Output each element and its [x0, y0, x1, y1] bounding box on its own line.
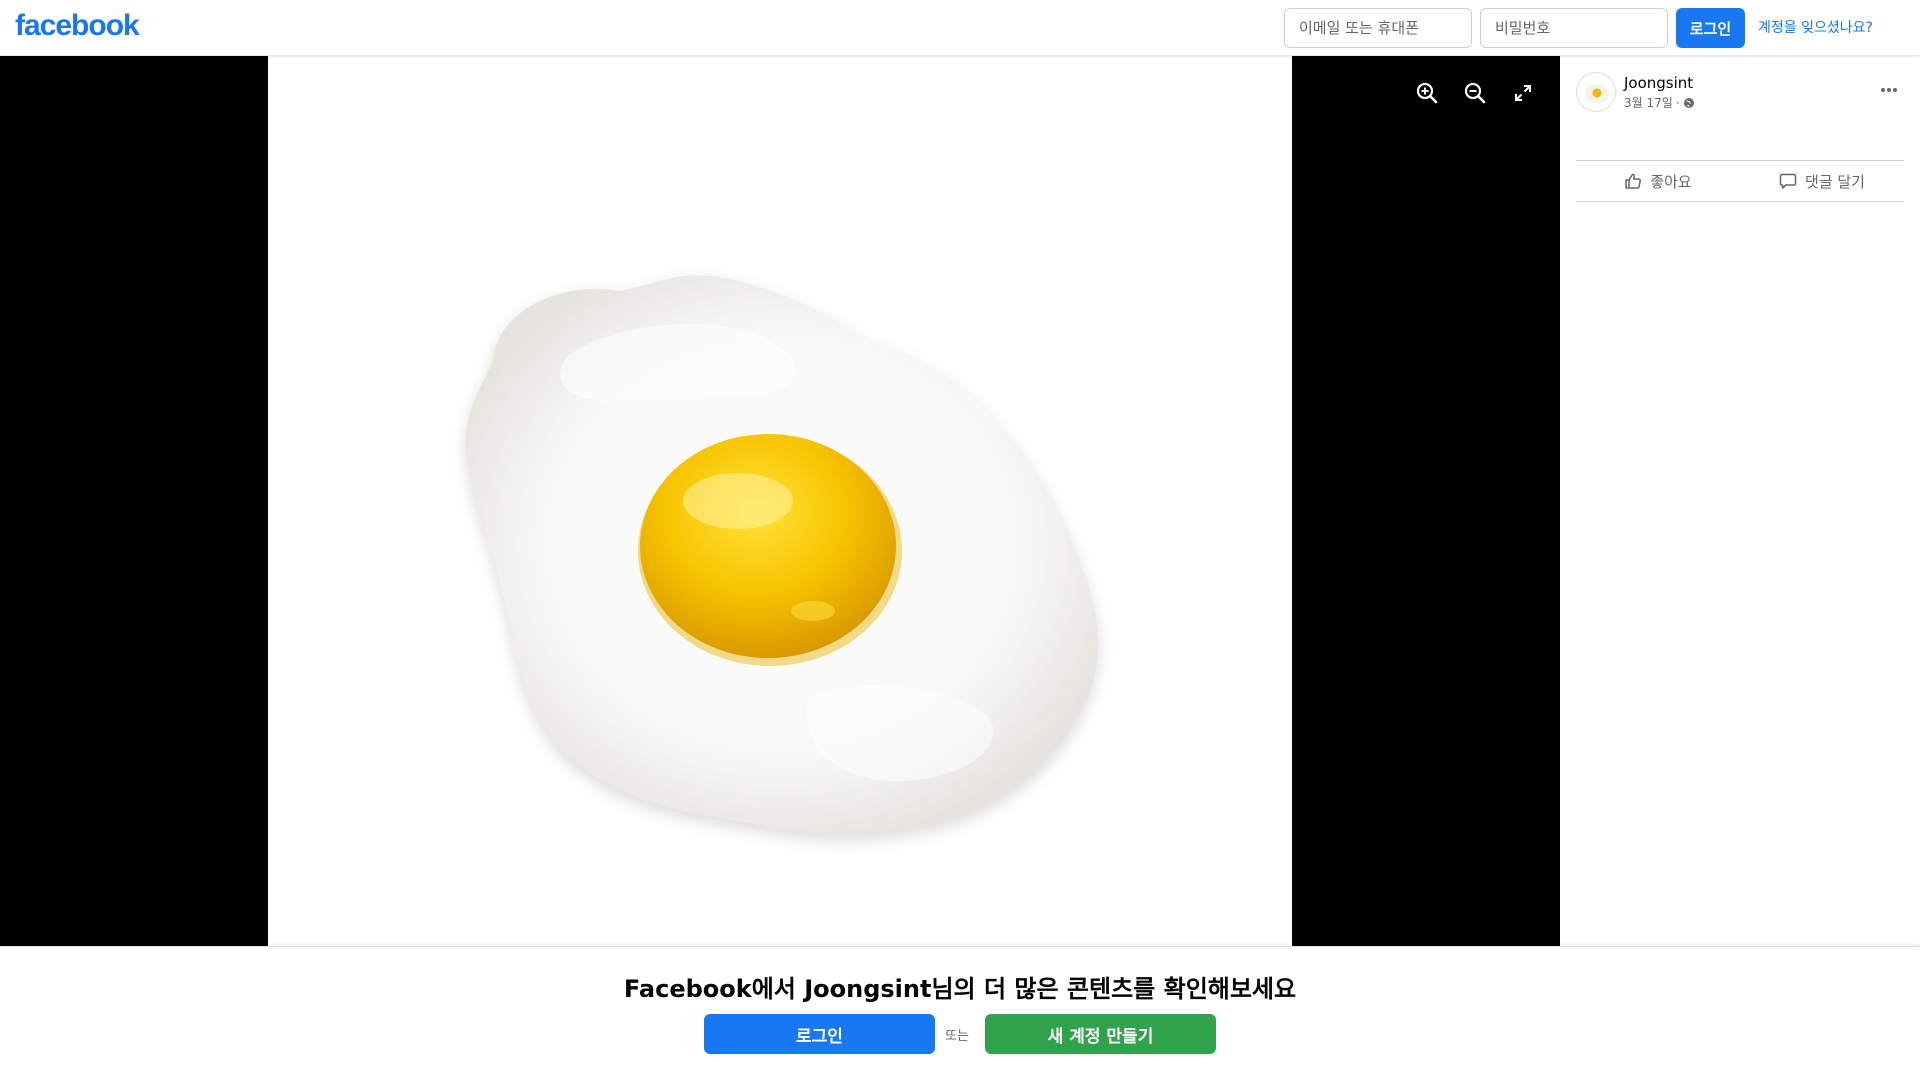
- thumbs-up-icon: [1625, 173, 1642, 189]
- fullscreen-icon: [1515, 85, 1531, 101]
- comment-bubble-icon: [1779, 173, 1797, 189]
- post-side-panel: Joongsint 3월 17일 · 좋아요 댓글 달기: [1560, 56, 1920, 946]
- facebook-logo[interactable]: facebook: [15, 9, 140, 43]
- banner-login-button[interactable]: 로그인: [704, 1014, 935, 1054]
- author-avatar[interactable]: [1576, 72, 1616, 112]
- email-input[interactable]: [1284, 8, 1472, 48]
- zoom-out-icon: [1464, 82, 1486, 104]
- banner-title: Facebook에서 Joongsint님의 더 많은 콘텐츠를 확인해보세요: [623, 975, 1297, 1003]
- more-options-button[interactable]: [1874, 78, 1904, 102]
- meta-separator: ·: [1675, 95, 1680, 110]
- post-photo: [268, 56, 1292, 946]
- comment-button[interactable]: 댓글 달기: [1740, 161, 1904, 201]
- fried-egg-image: [465, 275, 1098, 835]
- header-login-button[interactable]: 로그인: [1676, 8, 1745, 48]
- photo-viewer: [0, 56, 1560, 946]
- zoom-out-button[interactable]: [1458, 76, 1492, 110]
- create-account-button[interactable]: 새 계정 만들기: [985, 1014, 1216, 1054]
- login-prompt-banner: Facebook에서 Joongsint님의 더 많은 콘텐츠를 확인해보세요 …: [0, 946, 1920, 1080]
- author-name[interactable]: Joongsint: [1624, 74, 1693, 92]
- egg-avatar-icon: [1585, 84, 1609, 104]
- post-date[interactable]: 3월 17일: [1624, 94, 1673, 111]
- more-dots-icon: [1881, 88, 1897, 92]
- viewer-toolbar: [1410, 76, 1540, 110]
- banner-or-text: 또는: [945, 1029, 969, 1044]
- globe-icon: [1683, 97, 1694, 108]
- comment-label: 댓글 달기: [1805, 172, 1865, 191]
- post-meta: 3월 17일 ·: [1624, 94, 1695, 111]
- fullscreen-button[interactable]: [1506, 76, 1540, 110]
- post-header: Joongsint 3월 17일 ·: [1576, 72, 1904, 116]
- post-action-bar: 좋아요 댓글 달기: [1576, 160, 1904, 202]
- zoom-in-icon: [1416, 82, 1438, 104]
- like-label: 좋아요: [1650, 172, 1692, 191]
- like-button[interactable]: 좋아요: [1576, 161, 1740, 201]
- top-navigation-bar: facebook 로그인 계정을 잊으셨나요?: [0, 0, 1920, 56]
- password-input[interactable]: [1480, 8, 1668, 48]
- forgot-account-link[interactable]: 계정을 잊으셨나요?: [1758, 17, 1873, 37]
- zoom-in-button[interactable]: [1410, 76, 1444, 110]
